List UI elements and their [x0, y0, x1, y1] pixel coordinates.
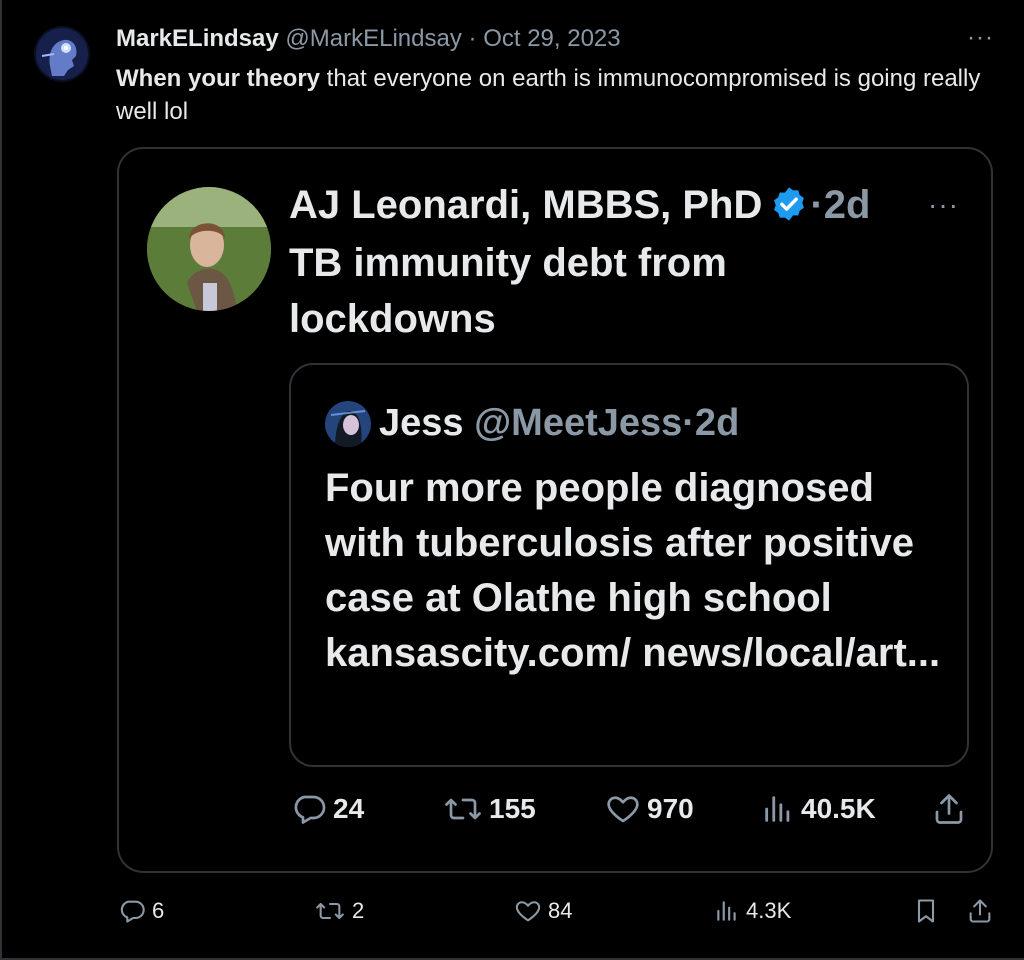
quoted-tweet-card[interactable]: AJ Leonardi, MBBS, PhD ·2d ··· TB immunit…: [117, 147, 993, 873]
more-icon[interactable]: ···: [967, 24, 994, 52]
reply-button[interactable]: 6: [118, 897, 164, 925]
avatar-ajleonardi[interactable]: [147, 187, 271, 311]
left-divider: [0, 0, 2, 960]
nested-quote-header: Jess @MeetJess·2d: [379, 399, 739, 447]
like-icon: [607, 796, 639, 823]
quoted-tweet-header: AJ Leonardi, MBBS, PhD ·2d: [289, 179, 870, 231]
tweet-date[interactable]: Oct 29, 2023: [483, 25, 620, 52]
retweet-button[interactable]: 155: [443, 791, 536, 827]
reply-icon: [120, 900, 145, 923]
author-name[interactable]: MarkELindsay: [116, 25, 279, 52]
outer-tweet-text-bold: When your theory: [116, 65, 321, 92]
retweet-icon: [316, 902, 344, 920]
author-handle[interactable]: @MarkELindsay: [285, 25, 461, 52]
outer-tweet-text: When your theory that everyone on earth …: [116, 62, 1006, 128]
like-button[interactable]: 84: [514, 897, 572, 925]
views-count: 4.3K: [746, 898, 792, 923]
reply-button[interactable]: 24: [291, 791, 364, 827]
retweet-count: 155: [489, 793, 536, 824]
views-button[interactable]: 4.3K: [714, 897, 791, 925]
bookmark-button[interactable]: [912, 897, 940, 925]
nested-author-handle[interactable]: @MeetJess: [474, 402, 682, 444]
outer-tweet-header: MarkELindsay @MarkELindsay · Oct 29, 202…: [116, 24, 621, 54]
quoted-author-name[interactable]: AJ Leonardi, MBBS, PhD: [289, 183, 762, 227]
retweet-icon: [445, 798, 481, 820]
reply-count: 6: [152, 898, 165, 923]
like-count: 84: [548, 898, 573, 923]
nested-quote-time[interactable]: ·2d: [682, 402, 739, 444]
avatar-jess[interactable]: [325, 401, 371, 447]
more-icon[interactable]: ···: [928, 189, 959, 221]
tweet-page: MarkELindsay @MarkELindsay · Oct 29, 202…: [0, 0, 1024, 960]
share-button[interactable]: [931, 791, 967, 827]
bookmark-icon: [917, 899, 935, 923]
header-separator: ·: [468, 25, 477, 52]
views-icon: [717, 901, 736, 921]
nested-quote-card[interactable]: Jess @MeetJess·2d Four more people diagn…: [289, 363, 969, 767]
like-button[interactable]: 970: [605, 791, 694, 827]
retweet-count: 2: [352, 898, 365, 923]
quoted-tweet-text: TB immunity debt from lockdowns: [289, 241, 727, 341]
like-icon: [515, 901, 541, 922]
share-button[interactable]: [966, 897, 994, 925]
avatar-marklindsay[interactable]: [34, 26, 90, 82]
reply-icon: [294, 795, 326, 824]
share-icon: [969, 899, 991, 923]
nested-quote-text: Four more people diagnosed with tubercul…: [325, 466, 941, 675]
views-icon: [765, 796, 790, 822]
verified-badge-icon: [774, 187, 805, 222]
reply-count: 24: [333, 793, 365, 824]
share-icon: [935, 794, 963, 824]
views-button[interactable]: 40.5K: [761, 791, 876, 827]
like-count: 970: [647, 793, 694, 824]
retweet-button[interactable]: 2: [314, 897, 364, 925]
views-count: 40.5K: [801, 793, 876, 824]
quoted-tweet-time[interactable]: ·2d: [810, 183, 870, 227]
nested-author-name[interactable]: Jess: [379, 402, 464, 444]
